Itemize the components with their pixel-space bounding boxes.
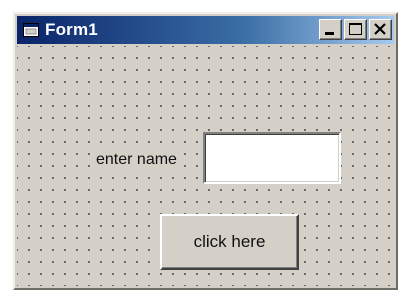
form-design-surface: enter name click here bbox=[17, 46, 394, 286]
minimize-icon bbox=[325, 32, 334, 35]
close-button[interactable] bbox=[369, 19, 392, 40]
maximize-icon bbox=[349, 23, 362, 35]
close-icon bbox=[374, 23, 386, 35]
name-input[interactable] bbox=[203, 132, 341, 184]
click-here-button[interactable]: click here bbox=[160, 214, 299, 270]
name-label: enter name bbox=[94, 150, 179, 170]
caption-buttons bbox=[319, 19, 392, 40]
form-app-icon[interactable] bbox=[23, 23, 39, 37]
window-title: Form1 bbox=[45, 20, 98, 39]
title-bar[interactable]: Form1 bbox=[17, 16, 394, 44]
maximize-button[interactable] bbox=[344, 19, 367, 40]
minimize-button[interactable] bbox=[319, 19, 342, 40]
form-window: Form1 enter name click here bbox=[13, 12, 398, 290]
